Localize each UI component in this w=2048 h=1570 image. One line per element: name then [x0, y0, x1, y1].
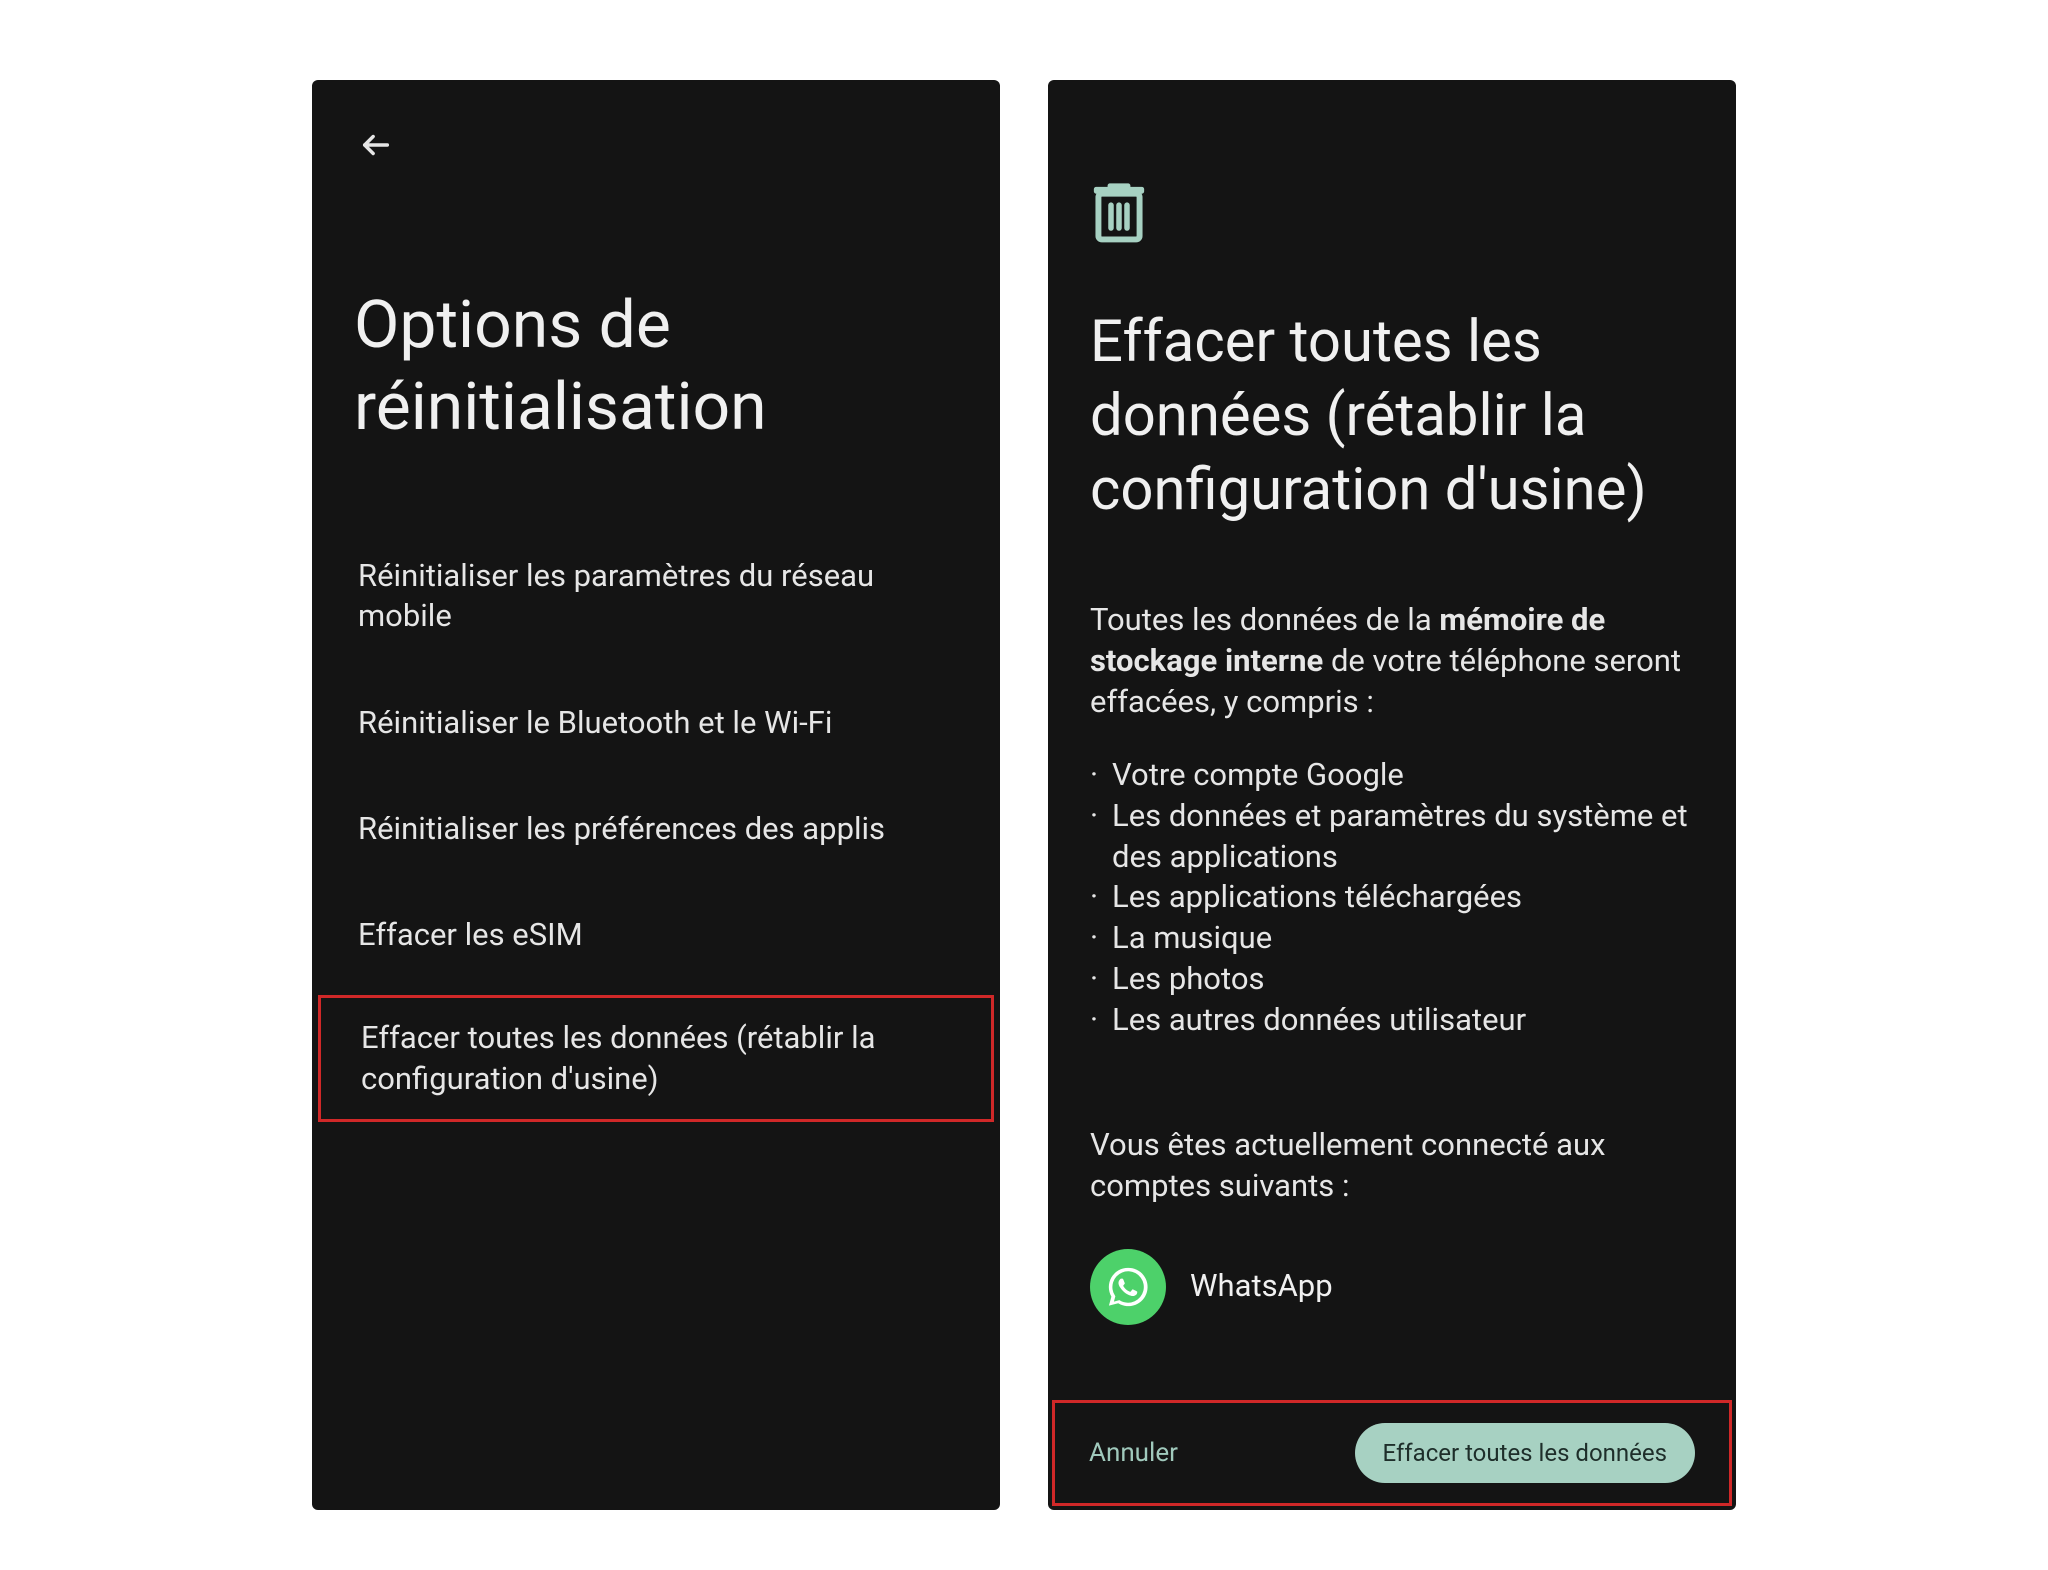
back-button[interactable]: [354, 125, 398, 169]
accounts-label: Vous êtes actuellement connecté aux comp…: [1090, 1125, 1694, 1207]
page-title: Options de réinitialisation: [354, 285, 958, 449]
erase-all-data-button[interactable]: Effacer toutes les données: [1355, 1423, 1695, 1483]
list-item: ·Votre compte Google: [1090, 755, 1694, 796]
list-item: ·Les photos: [1090, 959, 1694, 1000]
list-item: ·Les données et paramètres du système et…: [1090, 796, 1694, 878]
body-text-pre: Toutes les données de la: [1090, 601, 1439, 638]
account-row: WhatsApp: [1090, 1249, 1694, 1325]
reset-options-list: Réinitialiser les paramètres du réseau m…: [312, 530, 1000, 1122]
page-title: Effacer toutes les données (rétablir la …: [1090, 305, 1694, 528]
list-item: ·Les autres données utilisateur: [1090, 1000, 1694, 1041]
reset-options-screen: Options de réinitialisation Réinitialise…: [312, 80, 1000, 1510]
list-item: ·Les applications téléchargées: [1090, 877, 1694, 918]
erase-description: Toutes les données de la mémoire de stoc…: [1090, 600, 1694, 1325]
trash-icon: [1090, 180, 1148, 244]
reset-bluetooth-wifi-item[interactable]: Réinitialiser le Bluetooth et le Wi-Fi: [312, 677, 1000, 769]
reset-mobile-network-item[interactable]: Réinitialiser les paramètres du réseau m…: [312, 530, 1000, 663]
cancel-button[interactable]: Annuler: [1089, 1438, 1178, 1468]
erase-esim-item[interactable]: Effacer les eSIM: [312, 889, 1000, 981]
account-name: WhatsApp: [1190, 1266, 1333, 1307]
erase-all-data-screen: Effacer toutes les données (rétablir la …: [1048, 80, 1736, 1510]
list-item: ·La musique: [1090, 918, 1694, 959]
erase-bullet-list: ·Votre compte Google ·Les données et par…: [1090, 755, 1694, 1041]
reset-app-preferences-item[interactable]: Réinitialiser les préférences des applis: [312, 783, 1000, 875]
arrow-left-icon: [359, 128, 393, 166]
erase-all-data-item[interactable]: Effacer toutes les données (rétablir la …: [318, 995, 994, 1122]
whatsapp-icon: [1090, 1249, 1166, 1325]
footer-actions: Annuler Effacer toutes les données: [1052, 1400, 1732, 1506]
